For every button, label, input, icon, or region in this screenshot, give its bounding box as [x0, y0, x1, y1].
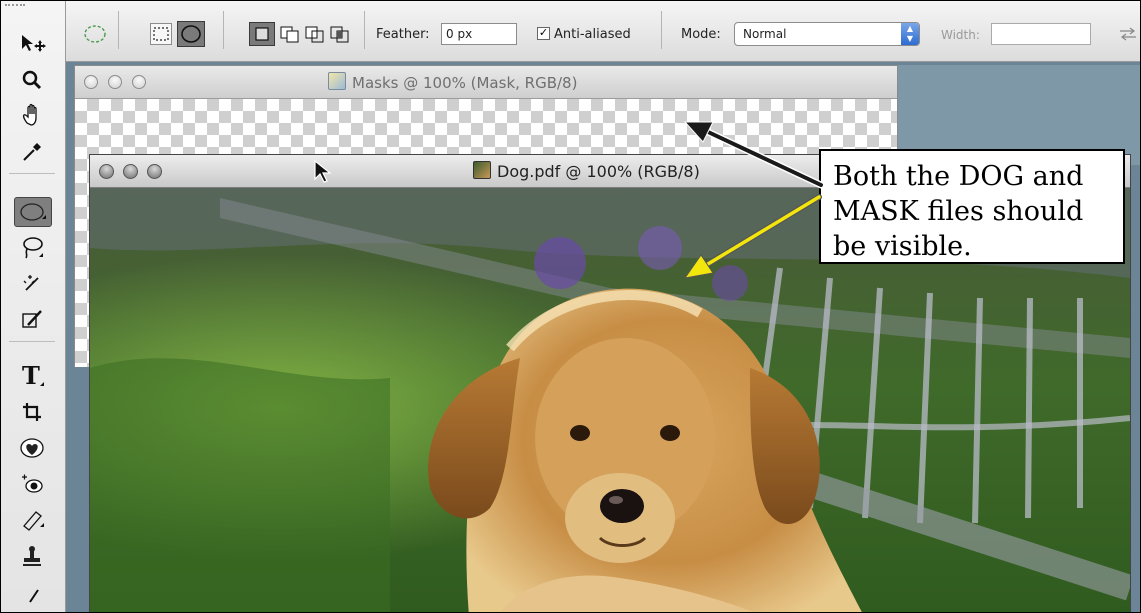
- mode-select[interactable]: Normal ▲ ▼: [734, 22, 920, 46]
- callout-line-1: Both the DOG and: [833, 161, 1084, 192]
- pen-tool[interactable]: [13, 579, 51, 609]
- dog-zoom-button[interactable]: [147, 164, 162, 179]
- zoom-icon: [22, 70, 42, 90]
- mode-select-value: Normal: [743, 27, 787, 41]
- options-divider: [223, 11, 224, 49]
- dog-title: Dog.pdf @ 100% (RGB/8): [473, 161, 700, 181]
- zoom-tool[interactable]: [13, 65, 51, 95]
- toolbox-divider: [9, 173, 55, 174]
- clone-stamp-tool[interactable]: [13, 541, 51, 571]
- svg-text:T: T: [22, 362, 40, 390]
- eyedropper-icon: [23, 143, 41, 161]
- ellipse-icon: [181, 25, 201, 43]
- add-selection-icon: [280, 26, 299, 43]
- subtract-selection-icon: [305, 26, 324, 43]
- width-label: Width:: [941, 28, 980, 42]
- options-bar: Feather: 0 px ✓ Anti-aliased Mode: Norma…: [66, 1, 1140, 62]
- eyedropper-tool[interactable]: [13, 137, 51, 167]
- feather-label: Feather:: [376, 27, 430, 42]
- add-to-selection-button[interactable]: [279, 24, 301, 48]
- subtract-from-selection-button[interactable]: [304, 24, 326, 48]
- type-icon: T: [22, 362, 44, 390]
- tool-preset-picker[interactable]: [82, 21, 108, 51]
- callout-line-3: be visible.: [833, 231, 972, 262]
- clone-stamp-icon: [23, 546, 41, 566]
- bandage-icon: [23, 511, 44, 531]
- masks-close-button[interactable]: [84, 75, 98, 89]
- hand-icon: [22, 103, 37, 126]
- intersect-selection-button[interactable]: [329, 24, 351, 48]
- masks-zoom-button[interactable]: [132, 75, 146, 89]
- crop-tool[interactable]: [13, 397, 51, 427]
- masks-title-text: Masks @ 100% (Mask, RGB/8): [352, 74, 578, 92]
- toolbox-grip[interactable]: [5, 4, 25, 12]
- photoshop-window: T Feather: 0 px ✓ Anti-aliased Mode: Nor…: [0, 0, 1141, 613]
- crop-icon: [23, 403, 41, 421]
- healing-brush-tool[interactable]: [13, 433, 51, 463]
- feather-input[interactable]: 0 px: [441, 23, 517, 45]
- red-eye-icon: [22, 474, 43, 493]
- healing-brush-icon: [20, 438, 44, 458]
- antialiased-checkbox[interactable]: ✓: [537, 27, 550, 40]
- options-divider: [364, 11, 365, 49]
- dog-title-text: Dog.pdf @ 100% (RGB/8): [497, 162, 700, 181]
- hand-tool[interactable]: [13, 101, 51, 131]
- masks-title: Masks @ 100% (Mask, RGB/8): [328, 72, 577, 92]
- callout-line-2: MASK files should: [833, 196, 1084, 227]
- elliptical-marquee-button[interactable]: [177, 21, 205, 47]
- magic-wand-tool[interactable]: [13, 269, 51, 299]
- masks-titlebar[interactable]: Masks @ 100% (Mask, RGB/8): [75, 66, 897, 99]
- width-input[interactable]: [991, 23, 1091, 45]
- dog-minimize-button[interactable]: [123, 164, 138, 179]
- red-eye-tool[interactable]: [13, 469, 51, 499]
- elliptical-marquee-tool[interactable]: [14, 197, 52, 227]
- options-divider: [661, 11, 662, 49]
- lasso-tool[interactable]: [13, 233, 51, 263]
- brush-icon: [22, 310, 42, 328]
- pen-icon: [29, 589, 39, 603]
- instruction-callout: Both the DOG and MASK files should be vi…: [819, 149, 1125, 264]
- rectangular-marquee-icon: [153, 27, 169, 41]
- type-tool[interactable]: T: [13, 361, 51, 391]
- elliptical-marquee-icon: [20, 203, 46, 221]
- swap-icon: [1118, 26, 1138, 46]
- brush-tool[interactable]: [13, 305, 51, 335]
- document-icon: [328, 72, 346, 90]
- bandage-tool[interactable]: [13, 505, 51, 535]
- mouse-cursor-icon: [314, 159, 332, 183]
- options-divider: [118, 11, 119, 49]
- lasso-icon: [23, 237, 43, 259]
- antialiased-label: Anti-aliased: [554, 27, 631, 42]
- new-selection-icon: [255, 27, 269, 41]
- new-selection-button[interactable]: [249, 22, 275, 46]
- masks-minimize-button[interactable]: [108, 75, 122, 89]
- elliptical-marquee-icon: [84, 25, 106, 43]
- rectangular-marquee-button[interactable]: [150, 23, 172, 45]
- dog-close-button[interactable]: [99, 164, 114, 179]
- toolbox-divider: [9, 341, 55, 342]
- toolbox: T: [1, 1, 66, 612]
- select-arrows-icon: ▲ ▼: [901, 23, 919, 45]
- move-icon: [22, 35, 46, 52]
- intersect-selection-icon: [330, 26, 349, 43]
- image-file-icon: [473, 161, 491, 179]
- magic-wand-icon: [23, 275, 39, 291]
- mode-label: Mode:: [681, 27, 721, 42]
- move-tool[interactable]: [13, 29, 51, 59]
